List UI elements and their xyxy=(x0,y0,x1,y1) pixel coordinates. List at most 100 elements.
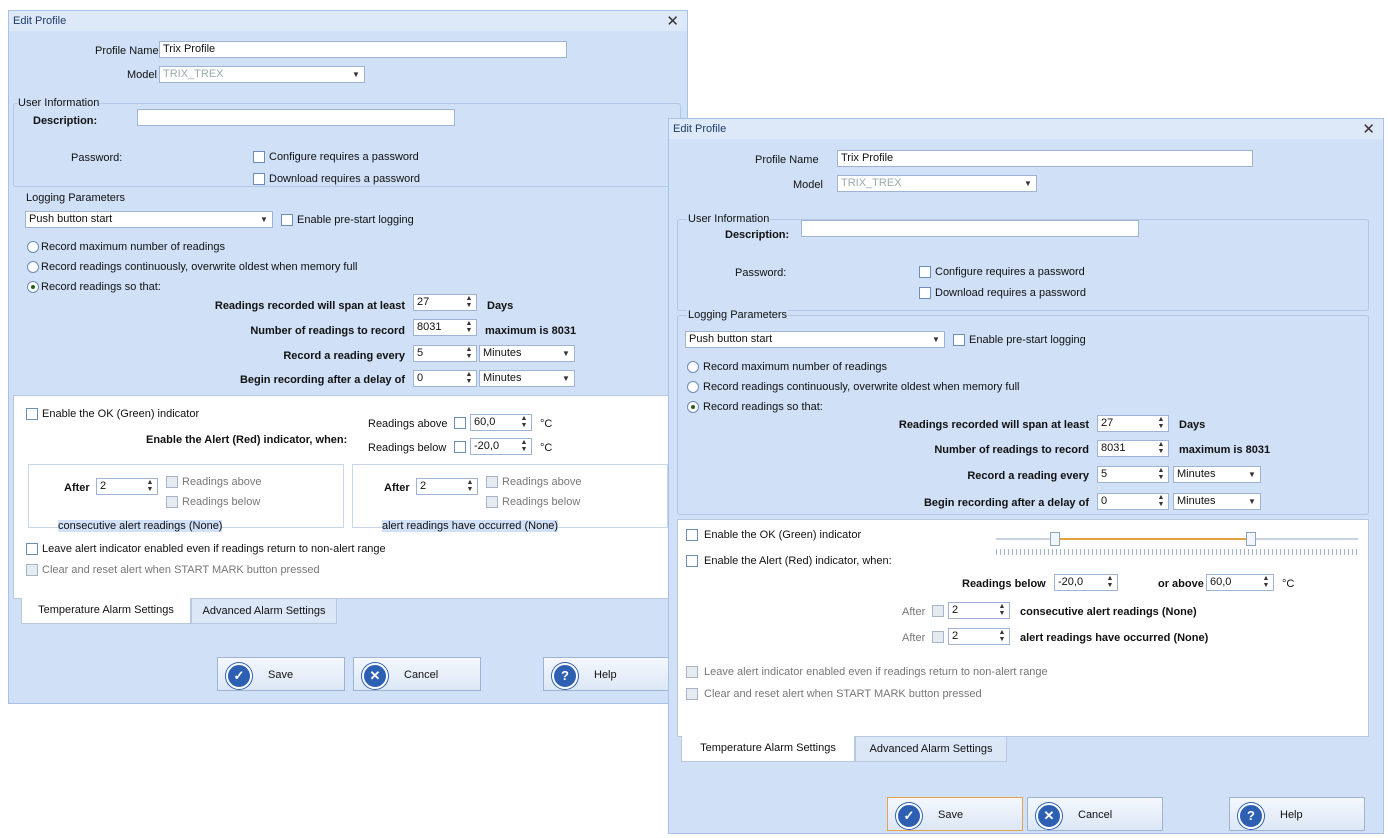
spinner-icon[interactable]: ▲ ▼ xyxy=(1156,416,1166,431)
help-button[interactable]: ? Help xyxy=(543,657,671,691)
cancel-icon: ✕ xyxy=(362,663,388,689)
spinner-icon[interactable]: ▲ ▼ xyxy=(1105,575,1115,590)
temp-unit: °C xyxy=(1282,578,1295,590)
start-mode-select[interactable]: Push button start ▼ xyxy=(685,331,945,348)
spinner-icon[interactable]: ▲ ▼ xyxy=(1156,441,1166,456)
radio-so-that[interactable] xyxy=(27,281,39,293)
profile-name-input[interactable]: Trix Profile xyxy=(159,41,567,58)
num-readings-value: 8031 xyxy=(417,321,442,333)
clear-reset-checkbox xyxy=(26,564,38,576)
edit-profile-dialog-right: Edit Profile ✕ Profile Name Trix Profile… xyxy=(668,118,1384,834)
description-input[interactable] xyxy=(801,220,1139,237)
download-password-checkbox[interactable] xyxy=(919,287,931,299)
spinner-icon[interactable]: ▲ ▼ xyxy=(464,320,474,335)
span-stepper[interactable]: 27 ▲ ▼ xyxy=(1097,415,1169,432)
leave-enabled-checkbox[interactable] xyxy=(26,543,38,555)
spinner-icon[interactable]: ▲ ▼ xyxy=(1261,575,1271,590)
after-consecutive-stepper[interactable]: 2 ▲ ▼ xyxy=(948,602,1010,619)
tab-advanced-alarm[interactable]: Advanced Alarm Settings xyxy=(855,736,1007,762)
model-select: TRIX_TREX ▼ xyxy=(159,66,365,83)
spinner-icon[interactable]: ▲ ▼ xyxy=(997,603,1007,618)
record-every-unit-select[interactable]: Minutes ▼ xyxy=(1173,466,1261,483)
spinner-icon[interactable]: ▲ ▼ xyxy=(464,295,474,310)
slider-handle-high[interactable] xyxy=(1246,532,1256,546)
radio-max-readings[interactable] xyxy=(27,241,39,253)
spinner-icon[interactable]: ▲ ▼ xyxy=(1156,494,1166,509)
tab-temperature-alarm[interactable]: Temperature Alarm Settings xyxy=(681,736,855,762)
save-label: Save xyxy=(938,809,964,821)
configure-password-checkbox[interactable] xyxy=(253,151,265,163)
tab-advanced-alarm[interactable]: Advanced Alarm Settings xyxy=(191,598,337,624)
span-value: 27 xyxy=(417,296,430,308)
save-button[interactable]: ✓ Save xyxy=(217,657,345,691)
cancel-button[interactable]: ✕ Cancel xyxy=(353,657,481,691)
span-stepper[interactable]: 27 ▲ ▼ xyxy=(413,294,477,311)
after-consecutive-stepper[interactable]: 2 ▲ ▼ xyxy=(96,478,158,495)
g2-above-label: Readings above xyxy=(502,476,582,488)
radio-max-readings[interactable] xyxy=(687,361,699,373)
ok-indicator-checkbox[interactable] xyxy=(686,529,698,541)
leave-enabled-label: Leave alert indicator enabled even if re… xyxy=(704,666,1048,678)
prestart-logging-checkbox[interactable] xyxy=(953,334,965,346)
description-input[interactable] xyxy=(137,109,455,126)
alert-indicator-checkbox[interactable] xyxy=(686,555,698,567)
cancel-button[interactable]: ✕ Cancel xyxy=(1027,797,1163,831)
configure-password-label: Configure requires a password xyxy=(935,266,1085,278)
chevron-down-icon: ▼ xyxy=(932,335,940,344)
spinner-icon[interactable]: ▲ ▼ xyxy=(519,415,529,430)
readings-above-stepper[interactable]: 60,0 ▲ ▼ xyxy=(1206,574,1274,591)
save-button[interactable]: ✓ Save xyxy=(887,797,1023,831)
download-password-checkbox[interactable] xyxy=(253,173,265,185)
readings-above-checkbox[interactable] xyxy=(454,417,466,429)
record-every-unit-select[interactable]: Minutes ▼ xyxy=(479,345,575,362)
spinner-icon[interactable]: ▲ ▼ xyxy=(519,439,529,454)
readings-above-stepper[interactable]: 60,0 ▲ ▼ xyxy=(470,414,532,431)
record-every-value: 5 xyxy=(417,347,424,359)
prestart-logging-checkbox[interactable] xyxy=(281,214,293,226)
configure-password-checkbox[interactable] xyxy=(919,266,931,278)
help-button[interactable]: ? Help xyxy=(1229,797,1365,831)
spinner-icon[interactable]: ▲ ▼ xyxy=(1156,467,1166,482)
spinner-icon[interactable]: ▲ ▼ xyxy=(464,371,474,386)
spinner-icon[interactable]: ▲ ▼ xyxy=(464,346,474,361)
temp-unit: °C xyxy=(540,442,553,454)
span-value: 27 xyxy=(1101,417,1114,429)
save-icon: ✓ xyxy=(896,803,922,829)
close-icon[interactable]: ✕ xyxy=(666,12,679,30)
spinner-icon[interactable]: ▲ ▼ xyxy=(465,479,475,494)
after-occurred-stepper[interactable]: 2 ▲ ▼ xyxy=(416,478,478,495)
profile-name-input[interactable]: Trix Profile xyxy=(837,150,1253,167)
delay-value: 0 xyxy=(417,372,424,384)
delay-stepper[interactable]: 0 ▲ ▼ xyxy=(413,370,477,387)
radio-continuous[interactable] xyxy=(687,381,699,393)
close-icon[interactable]: ✕ xyxy=(1362,120,1375,138)
chevron-down-icon: ▼ xyxy=(352,70,360,79)
radio-so-that[interactable] xyxy=(687,401,699,413)
spinner-icon[interactable]: ▲ ▼ xyxy=(145,479,155,494)
after-occurred-stepper[interactable]: 2 ▲ ▼ xyxy=(948,628,1010,645)
span-unit: Days xyxy=(1179,419,1206,431)
delay-unit-select[interactable]: Minutes ▼ xyxy=(1173,493,1261,510)
spinner-icon[interactable]: ▲ ▼ xyxy=(997,629,1007,644)
record-every-stepper[interactable]: 5 ▲ ▼ xyxy=(1097,466,1169,483)
g2-below-checkbox xyxy=(486,496,498,508)
readings-below-stepper[interactable]: -20,0 ▲ ▼ xyxy=(470,438,532,455)
logging-parameters-label: Logging Parameters xyxy=(687,309,789,321)
record-every-stepper[interactable]: 5 ▲ ▼ xyxy=(413,345,477,362)
radio-continuous[interactable] xyxy=(27,261,39,273)
delay-stepper[interactable]: 0 ▲ ▼ xyxy=(1097,493,1169,510)
readings-above-label: Readings above xyxy=(368,418,448,430)
readings-below-stepper[interactable]: -20,0 ▲ ▼ xyxy=(1054,574,1118,591)
ok-indicator-checkbox[interactable] xyxy=(26,408,38,420)
readings-below-checkbox[interactable] xyxy=(454,441,466,453)
chevron-down-icon: ▼ xyxy=(1248,497,1256,506)
prestart-logging-label: Enable pre-start logging xyxy=(969,334,1086,346)
delay-unit-select[interactable]: Minutes ▼ xyxy=(479,370,575,387)
temperature-range-slider[interactable] xyxy=(996,532,1358,558)
num-readings-stepper[interactable]: 8031 ▲ ▼ xyxy=(413,319,477,336)
num-readings-stepper[interactable]: 8031 ▲ ▼ xyxy=(1097,440,1169,457)
model-value: TRIX_TREX xyxy=(163,68,224,80)
slider-handle-low[interactable] xyxy=(1050,532,1060,546)
start-mode-select[interactable]: Push button start ▼ xyxy=(25,211,273,228)
tab-temperature-alarm[interactable]: Temperature Alarm Settings xyxy=(21,598,191,624)
